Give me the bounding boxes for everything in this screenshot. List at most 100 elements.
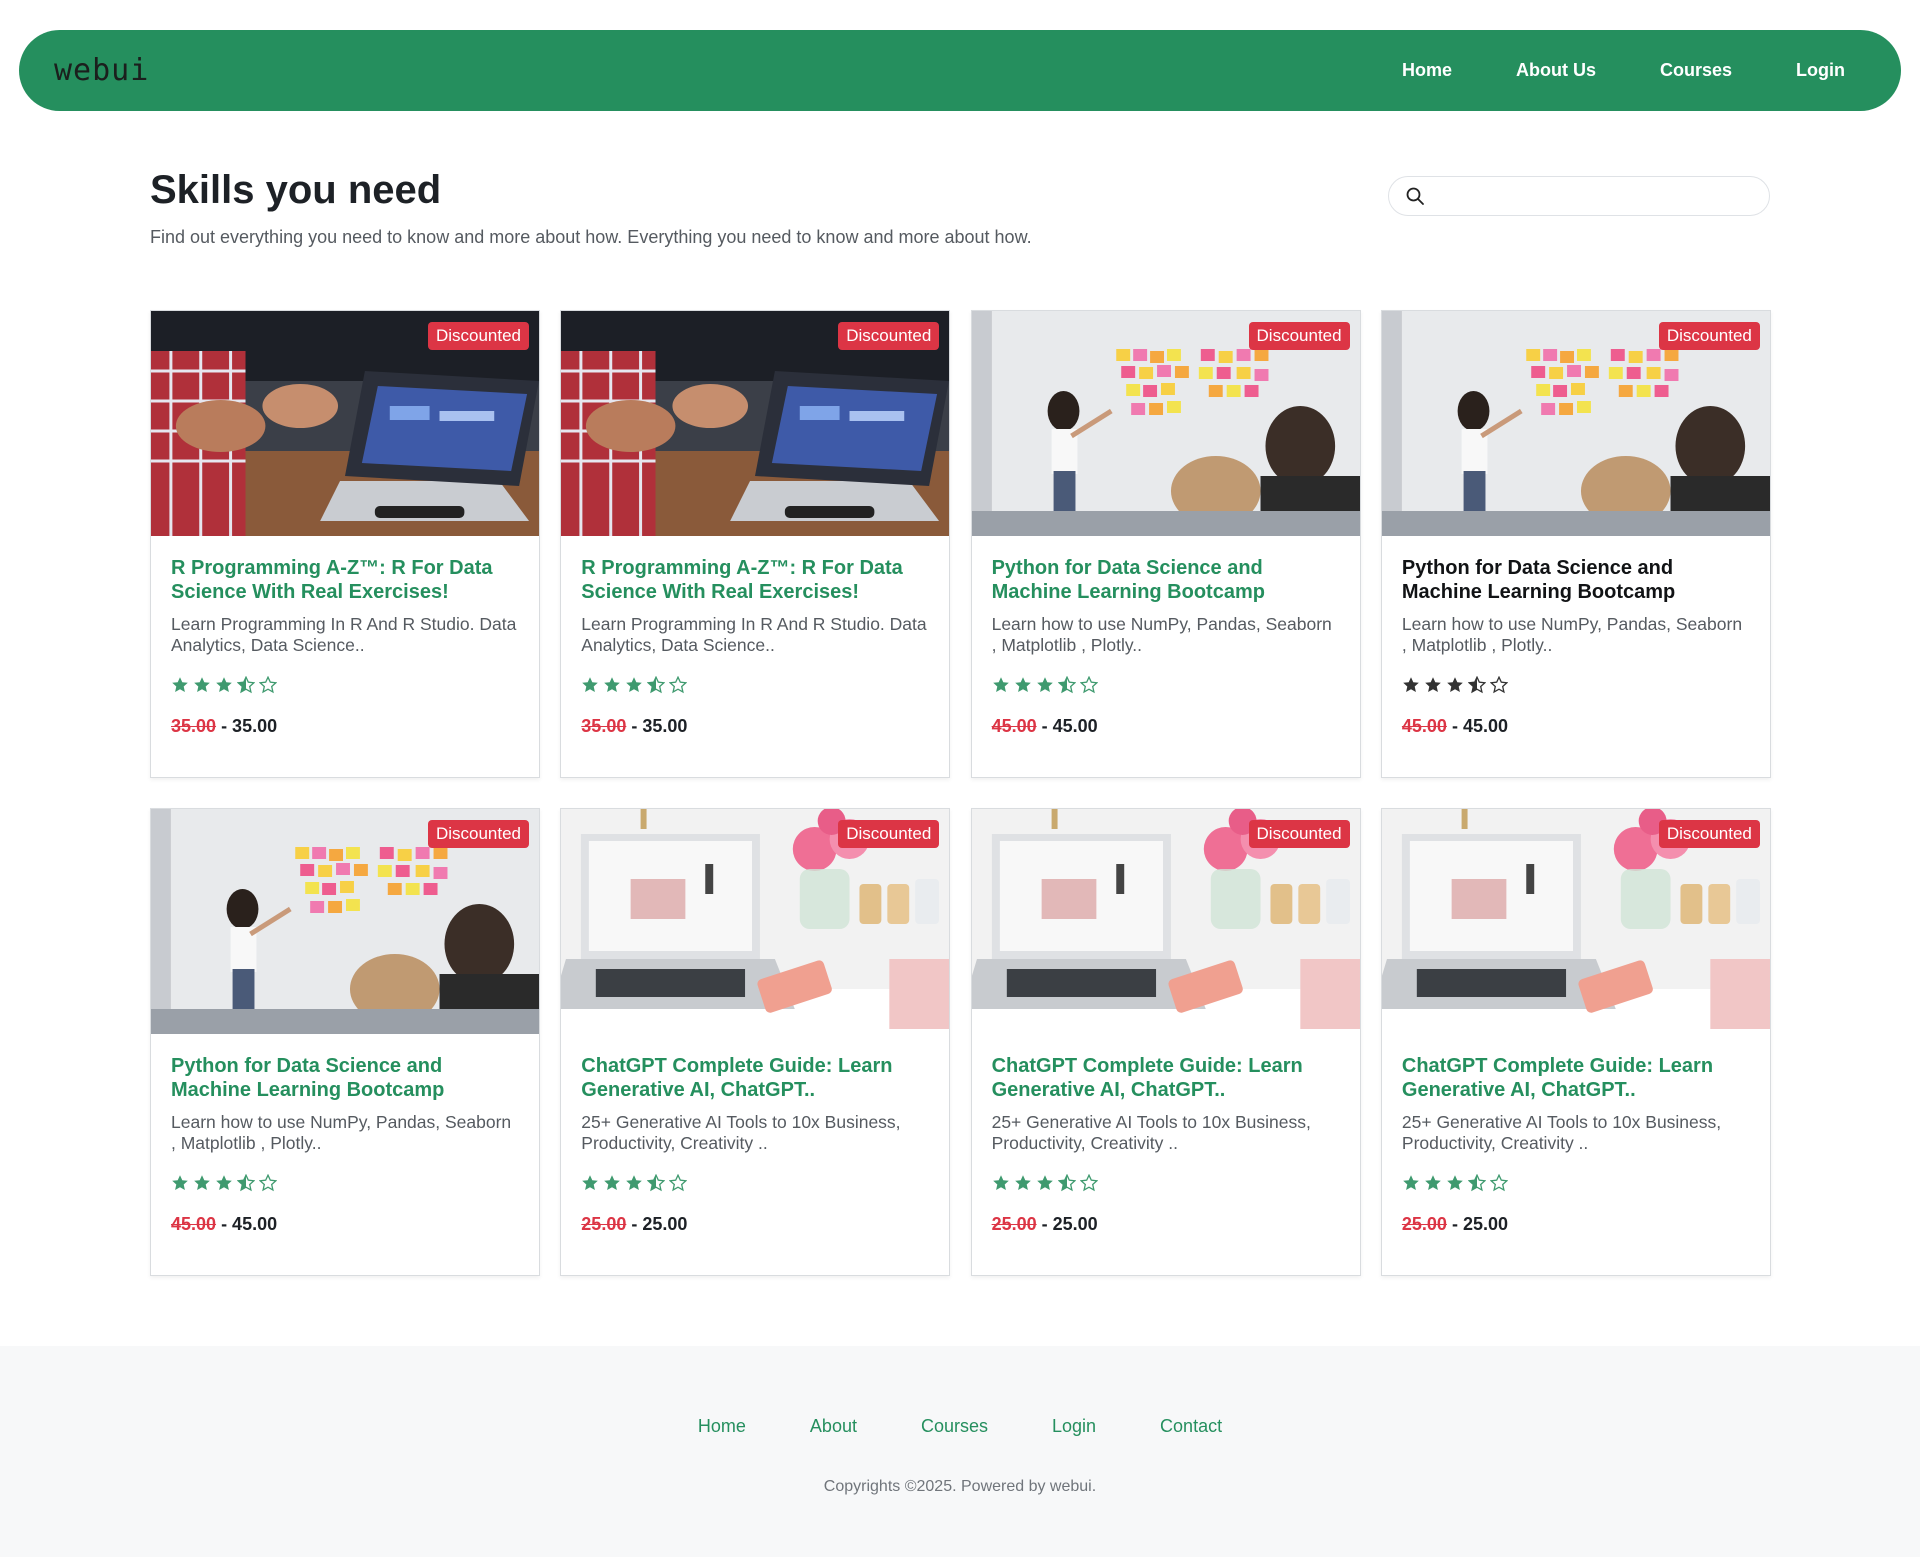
star-empty-icon xyxy=(668,675,688,696)
footer-links: Home About Courses Login Contact xyxy=(0,1416,1920,1437)
star-half-icon xyxy=(1467,675,1487,696)
old-price: 45.00 xyxy=(991,716,1037,736)
star-filled-icon xyxy=(1402,676,1420,696)
copyright-text: Copyrights ©2025. Powered by webui. xyxy=(823,1478,1097,1495)
course-title[interactable]: ChatGPT Complete Guide: Learn Generative… xyxy=(581,1054,929,1102)
star-filled-icon xyxy=(215,1174,233,1194)
nav-link-login[interactable]: Login xyxy=(1796,60,1845,81)
nav-link-home[interactable]: Home xyxy=(1402,60,1452,81)
search-box[interactable] xyxy=(1388,176,1770,216)
star-rating xyxy=(581,675,929,696)
star-filled-icon xyxy=(625,1174,643,1194)
course-title[interactable]: ChatGPT Complete Guide: Learn Generative… xyxy=(992,1054,1340,1102)
course-price: 25.00 - 25.00 xyxy=(992,1214,1340,1235)
star-half-icon xyxy=(1057,1173,1076,1194)
star-filled-icon xyxy=(1446,1174,1464,1194)
old-price: 45.00 xyxy=(171,1214,217,1234)
course-description: Learn Programming In R And R Studio. Dat… xyxy=(171,614,517,655)
new-price: - 45.00 xyxy=(1041,716,1098,736)
new-price: - 35.00 xyxy=(221,716,278,736)
page-description: Find out everything you need to know and… xyxy=(150,227,1032,247)
old-price: 25.00 xyxy=(1401,1214,1447,1234)
star-filled-icon xyxy=(581,676,599,696)
star-filled-icon xyxy=(1424,676,1442,696)
card-body: R Programming A-Z™: R For Data Science W… xyxy=(151,536,539,737)
course-price: 35.00 - 35.00 xyxy=(171,716,519,737)
card-body: Python for Data Science and Machine Lear… xyxy=(972,536,1360,737)
footer-link-login[interactable]: Login xyxy=(1052,1416,1096,1437)
star-filled-icon xyxy=(603,1174,621,1194)
star-rating xyxy=(171,1173,519,1194)
card-body: ChatGPT Complete Guide: Learn Generative… xyxy=(972,1034,1360,1235)
discount-badge: Discounted xyxy=(1658,820,1760,848)
course-title[interactable]: Python for Data Science and Machine Lear… xyxy=(171,1054,519,1102)
old-price: 25.00 xyxy=(581,1214,627,1234)
star-rating xyxy=(1402,1173,1750,1194)
star-rating xyxy=(992,675,1340,696)
course-price: 35.00 - 35.00 xyxy=(581,716,929,737)
nav-link-about-us[interactable]: About Us xyxy=(1516,60,1596,81)
course-card[interactable]: Discounted Python for Data Science and M… xyxy=(970,310,1361,778)
course-description: 25+ Generative AI Tools to 10x Business,… xyxy=(581,1112,901,1153)
course-title[interactable]: R Programming A-Z™: R For Data Science W… xyxy=(581,556,929,604)
discount-badge: Discounted xyxy=(1248,820,1350,848)
course-price: 45.00 - 45.00 xyxy=(1402,716,1750,737)
course-title[interactable]: Python for Data Science and Machine Lear… xyxy=(1402,556,1750,604)
star-rating xyxy=(1402,675,1750,696)
old-price: 45.00 xyxy=(1401,716,1447,736)
card-body: R Programming A-Z™: R For Data Science W… xyxy=(561,536,949,737)
card-body: ChatGPT Complete Guide: Learn Generative… xyxy=(1382,1034,1770,1235)
star-half-icon xyxy=(646,1173,666,1194)
discount-badge: Discounted xyxy=(1248,322,1350,350)
course-title[interactable]: R Programming A-Z™: R For Data Science W… xyxy=(171,556,519,604)
footer: Home About Courses Login Contact Copyrig… xyxy=(0,1346,1920,1557)
star-filled-icon xyxy=(1402,1174,1420,1194)
search-icon xyxy=(1406,187,1424,205)
course-title[interactable]: ChatGPT Complete Guide: Learn Generative… xyxy=(1402,1054,1750,1102)
card-body: Python for Data Science and Machine Lear… xyxy=(151,1034,539,1235)
page-header: Skills you need Find out everything you … xyxy=(150,168,1770,248)
star-rating xyxy=(581,1173,929,1194)
star-half-icon xyxy=(236,675,256,696)
nav-link-courses[interactable]: Courses xyxy=(1660,60,1732,81)
footer-link-courses[interactable]: Courses xyxy=(921,1416,988,1437)
nav-links: Home About Us Courses Login xyxy=(1402,60,1845,81)
new-price: - 45.00 xyxy=(1451,716,1508,736)
course-description: Learn how to use NumPy, Pandas, Seaborn … xyxy=(1401,614,1743,655)
course-card[interactable]: Discounted ChatGPT Complete Guide: Learn… xyxy=(970,808,1361,1276)
discount-badge: Discounted xyxy=(838,820,940,848)
course-card[interactable]: Discounted ChatGPT Complete Guide: Learn… xyxy=(1380,808,1771,1276)
footer-link-contact[interactable]: Contact xyxy=(1160,1416,1222,1437)
course-description: Learn Programming In R And R Studio. Dat… xyxy=(581,614,927,655)
star-filled-icon xyxy=(992,676,1010,696)
new-price: - 45.00 xyxy=(221,1214,278,1234)
brand-logo[interactable]: webui xyxy=(54,53,149,88)
star-empty-icon xyxy=(1079,675,1098,696)
new-price: - 25.00 xyxy=(631,1214,688,1234)
star-half-icon xyxy=(236,1173,256,1194)
star-filled-icon xyxy=(625,676,643,696)
star-filled-icon xyxy=(992,1174,1010,1194)
course-price: 25.00 - 25.00 xyxy=(1402,1214,1750,1235)
footer-link-home[interactable]: Home xyxy=(698,1416,746,1437)
course-description: Learn how to use NumPy, Pandas, Seaborn … xyxy=(991,614,1332,655)
course-card[interactable]: Discounted R Programming A-Z™: R For Dat… xyxy=(560,310,951,778)
star-filled-icon xyxy=(603,676,621,696)
footer-link-about[interactable]: About xyxy=(810,1416,857,1437)
course-card[interactable]: Discounted Python for Data Science and M… xyxy=(150,808,540,1276)
star-empty-icon xyxy=(258,675,278,696)
course-card[interactable]: Discounted R Programming A-Z™: R For Dat… xyxy=(150,310,540,778)
course-price: 25.00 - 25.00 xyxy=(581,1214,929,1235)
discount-badge: Discounted xyxy=(1658,322,1760,350)
star-half-icon xyxy=(1057,675,1076,696)
course-card[interactable]: Discounted Python for Data Science and M… xyxy=(1380,310,1771,778)
course-card[interactable]: Discounted ChatGPT Complete Guide: Learn… xyxy=(560,808,951,1276)
star-filled-icon xyxy=(193,1174,211,1194)
old-price: 35.00 xyxy=(171,716,217,736)
course-description: 25+ Generative AI Tools to 10x Business,… xyxy=(1401,1112,1722,1153)
search-input[interactable] xyxy=(1435,178,1753,214)
star-filled-icon xyxy=(1036,1174,1054,1194)
course-title[interactable]: Python for Data Science and Machine Lear… xyxy=(992,556,1340,604)
old-price: 35.00 xyxy=(581,716,627,736)
star-empty-icon xyxy=(1489,675,1509,696)
